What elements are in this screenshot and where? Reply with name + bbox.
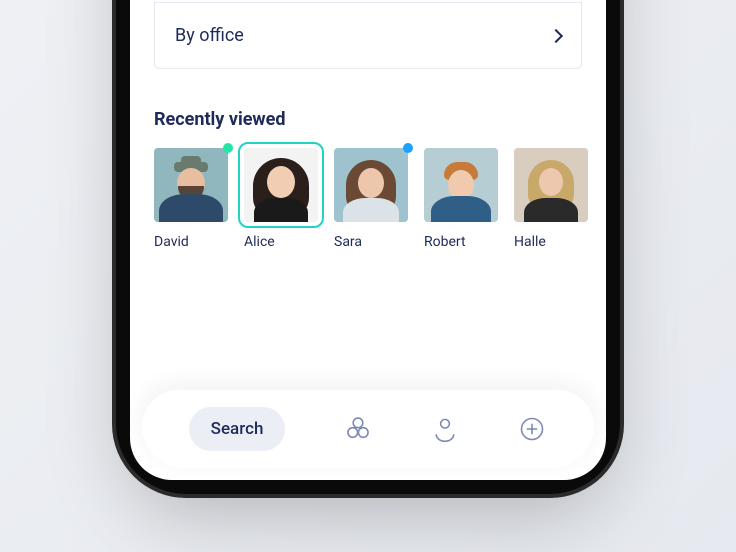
plus-circle-icon bbox=[517, 414, 547, 444]
people-icon bbox=[343, 414, 373, 444]
person-halle[interactable]: Halle bbox=[514, 148, 588, 250]
person-name: Robert bbox=[424, 234, 498, 250]
person-alice[interactable]: Alice bbox=[244, 148, 318, 250]
person-david[interactable]: David bbox=[154, 148, 228, 250]
filter-by-office-row[interactable]: By office bbox=[155, 2, 581, 68]
bottom-nav: Search bbox=[142, 390, 594, 468]
nav-search-button[interactable]: Search bbox=[189, 407, 286, 451]
chevron-right-icon bbox=[549, 28, 563, 42]
recently-viewed-heading: Recently viewed bbox=[154, 109, 582, 130]
nav-search-label: Search bbox=[211, 419, 264, 439]
filter-card: By office bbox=[154, 2, 582, 69]
filter-by-office-label: By office bbox=[175, 25, 244, 46]
nav-add-button[interactable] bbox=[517, 414, 547, 444]
recently-viewed-list[interactable]: David Alice bbox=[154, 148, 582, 250]
profile-icon bbox=[430, 414, 460, 444]
nav-profile-button[interactable] bbox=[430, 414, 460, 444]
phone-screen: By office Recently viewed David bbox=[130, 0, 606, 480]
phone-frame: By office Recently viewed David bbox=[130, 0, 606, 480]
person-name: Alice bbox=[244, 234, 318, 250]
person-name: Halle bbox=[514, 234, 588, 250]
status-dot-online-icon bbox=[223, 143, 233, 153]
person-robert[interactable]: Robert bbox=[424, 148, 498, 250]
status-dot-away-icon bbox=[403, 143, 413, 153]
nav-people-button[interactable] bbox=[343, 414, 373, 444]
person-sara[interactable]: Sara bbox=[334, 148, 408, 250]
person-name: Sara bbox=[334, 234, 408, 250]
person-name: David bbox=[154, 234, 228, 250]
